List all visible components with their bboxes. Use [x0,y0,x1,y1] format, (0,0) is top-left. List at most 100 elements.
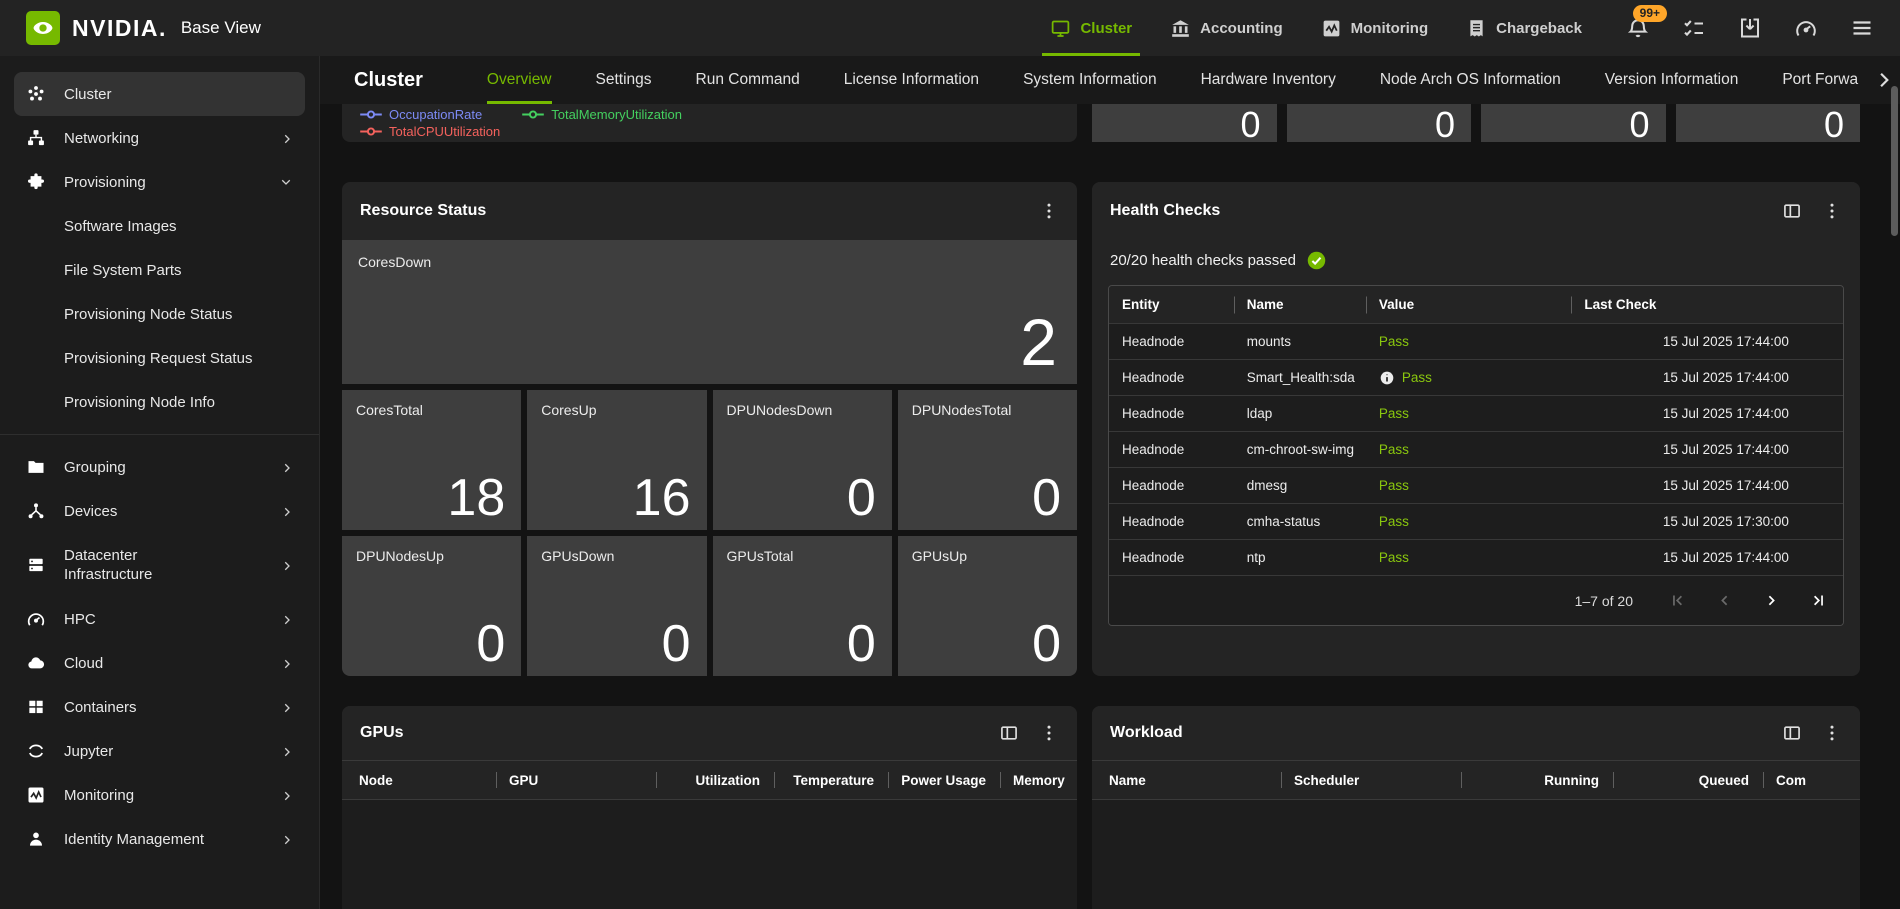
name-cell: dmesg [1234,468,1366,503]
sidebar-item[interactable]: File System Parts [14,248,305,292]
sidebar-item-label: Identity Management [64,831,204,848]
sidebar-item-label: Cluster [64,86,112,103]
value-cell: Pass [1366,324,1572,359]
empty-cell [1799,432,1843,467]
topnav-item-label: Chargeback [1496,20,1582,37]
kebab-menu-icon[interactable] [1039,723,1059,743]
tab[interactable]: Run Command [696,56,800,104]
workload-table-header: Name Scheduler Running Queued Com [1092,760,1860,800]
tab[interactable]: Node Arch OS Information [1380,56,1561,104]
sidebar-item-label: File System Parts [64,262,182,279]
sidebar-item[interactable]: Provisioning Node Info [14,380,305,424]
topbar-icon-button[interactable] [1682,16,1706,40]
entity-cell: Headnode [1109,324,1234,359]
sidebar-item[interactable]: Software Images [14,204,305,248]
topbar-icon-button[interactable] [1850,16,1874,40]
table-row: Headnode dmesg Pass 15 Jul 2025 17:44:00 [1109,467,1843,503]
legend-marker-icon [360,124,382,139]
sidebar-item[interactable]: Cloud [14,641,305,685]
sidebar-item[interactable]: Containers [14,685,305,729]
resource-tile: GPUsDown 0 [527,536,706,676]
legend-item[interactable]: TotalMemoryUtilization [522,107,682,122]
metric-tile-value: 0 [1629,108,1649,142]
topbar-icon-button[interactable]: 99+ [1626,16,1650,40]
sidebar-item[interactable]: Cluster [14,72,305,116]
sidebar-item[interactable]: HPC [14,597,305,641]
gpus-card: GPUs Node GPU Utilization Temperature [342,706,1077,909]
brand-product: Base View [181,18,261,38]
column-header: Last Check [1571,286,1799,323]
entity-cell: Headnode [1109,540,1234,575]
devices-icon [26,501,46,521]
tab[interactable]: Hardware Inventory [1201,56,1336,104]
sidebar-item-label: Provisioning Request Status [64,350,252,367]
table-row: Headnode ldap Pass 15 Jul 2025 17:44:00 [1109,395,1843,431]
name-cell: ldap [1234,396,1366,431]
sidebar-item[interactable]: Devices [14,489,305,533]
receipt-icon [1466,18,1487,39]
info-icon[interactable] [1379,370,1395,386]
sidebar-item[interactable]: Identity Management [14,817,305,861]
tile-value: 0 [662,614,691,674]
last-page-icon[interactable] [1810,592,1827,609]
cluster-icon [26,84,46,104]
metric-tile: 0 [1092,104,1277,142]
tab[interactable]: Settings [596,56,652,104]
chevron-down-icon [281,176,293,188]
tab[interactable]: Version Information [1605,56,1739,104]
first-page-icon[interactable] [1669,592,1686,609]
legend-item[interactable]: OccupationRate [360,107,482,122]
sidebar-item[interactable]: Grouping [14,445,305,489]
columns-layout-icon[interactable] [999,723,1019,743]
bell-icon [1626,27,1650,44]
tab[interactable]: Overview [487,56,552,104]
table-row: Headnode ntp Pass 15 Jul 2025 17:44:00 [1109,539,1843,575]
columns-layout-icon[interactable] [1782,723,1802,743]
sidebar-item[interactable]: Provisioning [14,160,305,204]
last-check-cell: 15 Jul 2025 17:44:00 [1571,396,1799,431]
workload-header: Workload [1092,706,1860,760]
chevron-right-icon [281,701,293,713]
tile-value: 0 [476,614,505,674]
sidebar-item[interactable]: Provisioning Request Status [14,336,305,380]
sidebar-item-label: Provisioning Node Info [64,394,215,411]
scrolled-strip: OccupationRate TotalMemoryUtilization To… [342,104,1860,142]
resource-tile: CoresUp 16 [527,390,706,530]
topnav-item[interactable]: Accounting [1170,0,1283,56]
topbar-icon-button[interactable] [1794,16,1818,40]
sidebar-item[interactable]: Monitoring [14,773,305,817]
previous-page-icon[interactable] [1716,592,1733,609]
tab[interactable]: License Information [844,56,979,104]
topbar-icon-button[interactable] [1738,16,1762,40]
pass-label: Pass [1402,370,1432,385]
pass-label: Pass [1379,550,1409,565]
vertical-scrollbar-thumb[interactable] [1891,86,1898,236]
value-cell: Pass [1366,504,1572,539]
columns-layout-icon[interactable] [1782,201,1802,221]
next-page-icon[interactable] [1763,592,1780,609]
sidebar-item[interactable]: Provisioning Node Status [14,292,305,336]
sidebar-item[interactable]: Jupyter [14,729,305,773]
chevron-right-icon [281,559,293,571]
kebab-menu-icon[interactable] [1039,201,1059,221]
topnav-item[interactable]: Chargeback [1466,0,1582,56]
kebab-menu-icon[interactable] [1822,723,1842,743]
tab-label: Overview [487,71,552,89]
legend-item[interactable]: TotalCPUUtilization [360,124,500,139]
sidebar-item[interactable]: Datacenter Infrastructure [14,533,305,597]
topnav-item[interactable]: Cluster [1050,0,1132,56]
column-header: Name [1234,286,1366,323]
sidebar-item[interactable]: Networking [14,116,305,160]
tab-label: Hardware Inventory [1201,71,1336,89]
pagination-range: 1–7 of 20 [1575,593,1633,609]
entity-cell: Headnode [1109,432,1234,467]
column-header: Memory [1000,761,1073,799]
kebab-menu-icon[interactable] [1822,201,1842,221]
column-header: Com [1763,761,1856,799]
cloud-icon [26,653,46,673]
nvidia-logo-icon [26,11,60,45]
tab[interactable]: System Information [1023,56,1157,104]
topnav-item[interactable]: Monitoring [1321,0,1428,56]
tab[interactable]: Port Forwa [1782,56,1858,104]
resource-status-header: Resource Status [342,182,1077,240]
